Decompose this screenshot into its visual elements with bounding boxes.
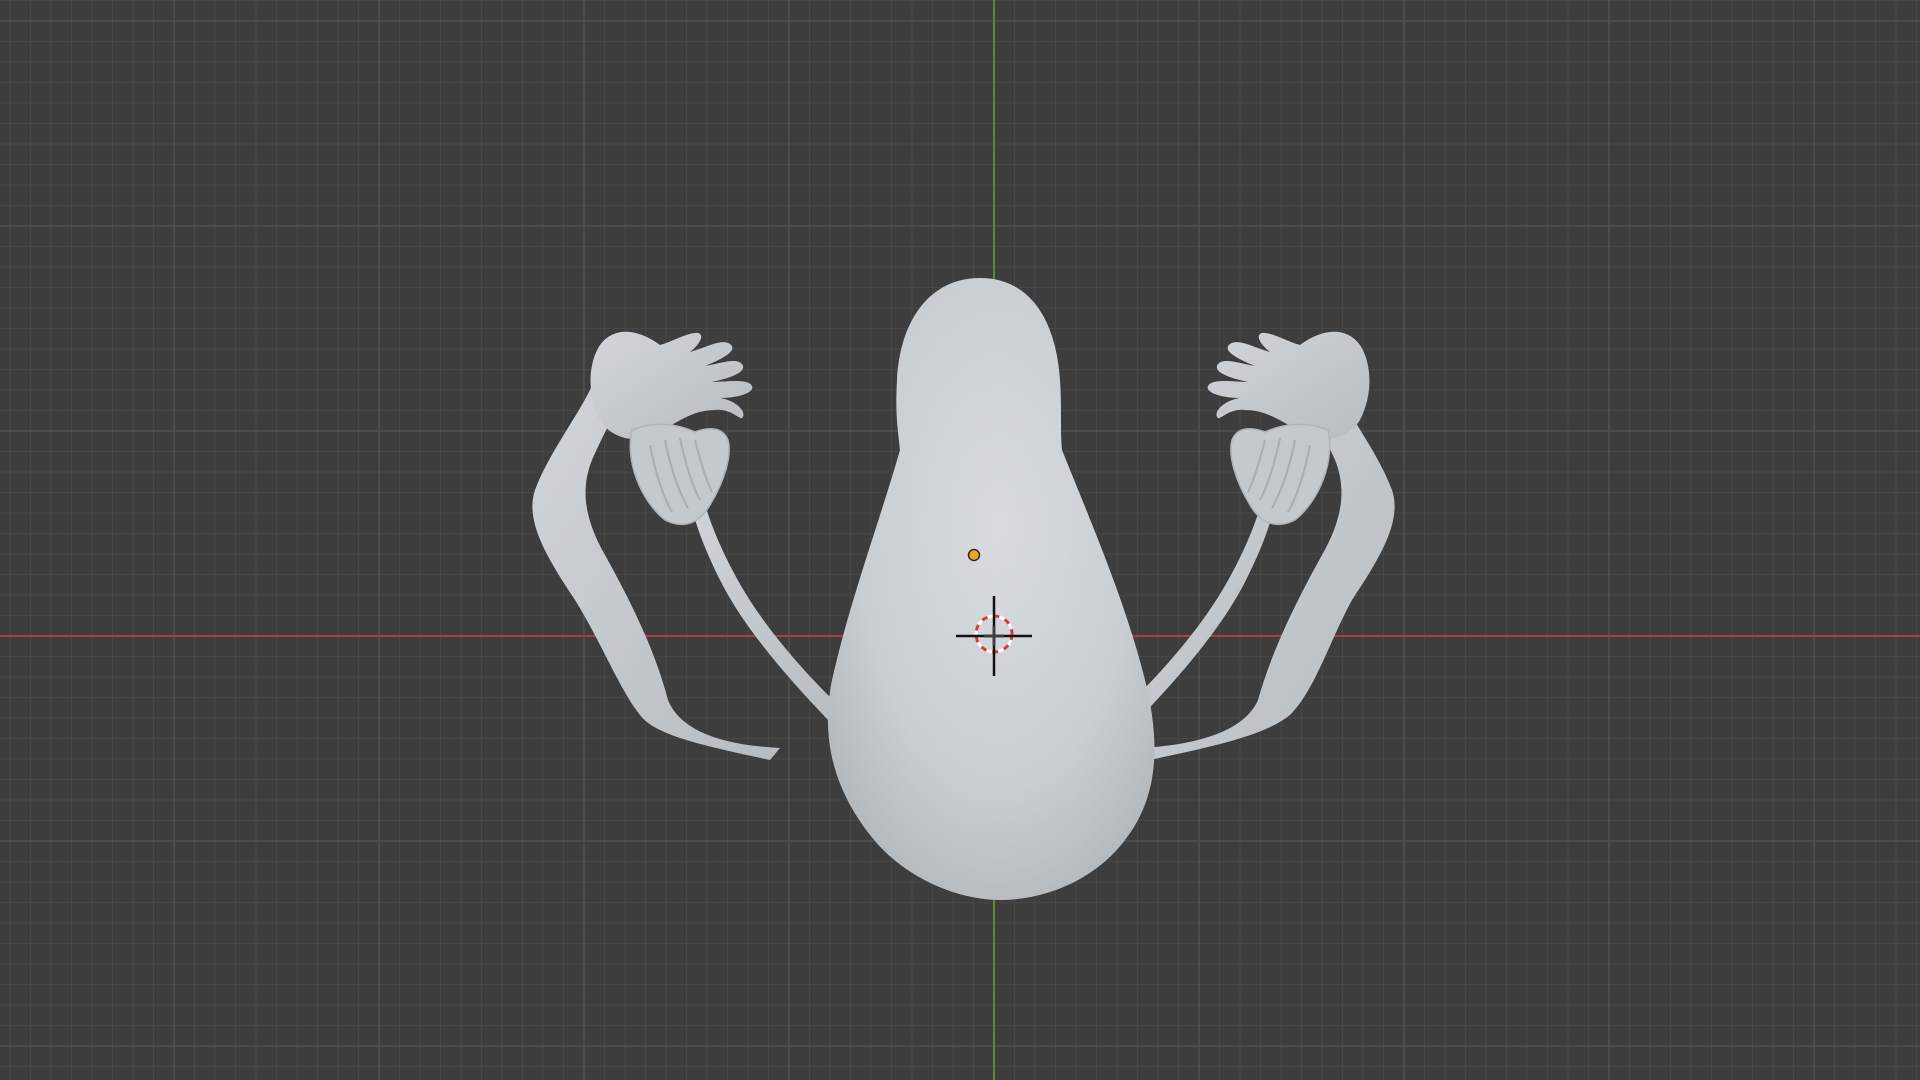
3d-viewport[interactable] xyxy=(0,0,1920,1080)
origin-dot-icon[interactable] xyxy=(967,548,981,562)
viewport-scene[interactable] xyxy=(0,0,1920,1080)
